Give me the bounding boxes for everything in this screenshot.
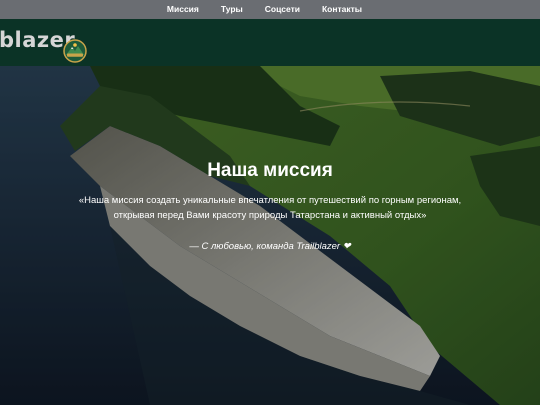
nav-item-mission[interactable]: Миссия — [167, 0, 199, 19]
brand-bar: blazer — [0, 19, 540, 66]
mission-hero: Наша миссия «Наша миссия создать уникаль… — [0, 66, 540, 405]
top-nav: Миссия Туры Соцсети Контакты — [0, 0, 540, 19]
nav-item-tours[interactable]: Туры — [221, 0, 243, 19]
nav-item-contacts[interactable]: Контакты — [322, 0, 362, 19]
hero-text-line-2: открывая перед Вами красоту природы Тата… — [113, 210, 427, 221]
hero-signature: — С любовью, команда Trailblazer ❤ — [189, 241, 351, 252]
hero-text-line-1: «Наша миссия создать уникальные впечатле… — [78, 195, 462, 206]
hero-mission-text: «Наша миссия создать уникальные впечатле… — [0, 193, 540, 223]
hero-overlay — [0, 66, 540, 405]
trailblazer-badge-icon[interactable] — [63, 39, 87, 63]
nav-item-social[interactable]: Соцсети — [265, 0, 300, 19]
hero-title: Наша миссия — [207, 160, 333, 181]
